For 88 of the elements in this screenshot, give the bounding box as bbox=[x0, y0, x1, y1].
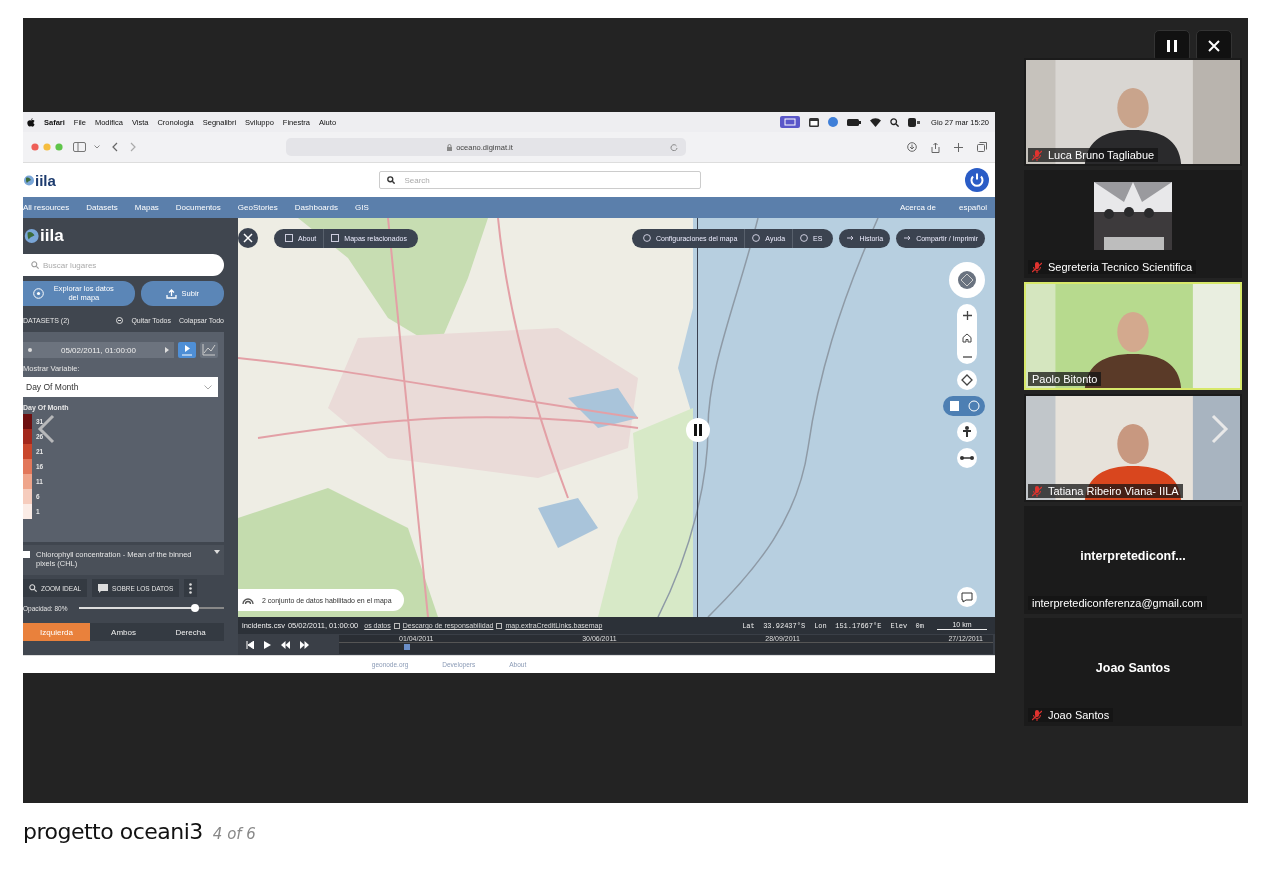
nav-link[interactable]: Mapas bbox=[134, 203, 159, 212]
name-tag: Luca Bruno Tagliabue bbox=[1028, 148, 1159, 162]
toolbar-icon bbox=[903, 234, 912, 242]
calendar-icon[interactable] bbox=[809, 117, 820, 127]
play-icon[interactable] bbox=[264, 640, 271, 649]
swipe-handle[interactable] bbox=[686, 418, 710, 442]
window-controls-icon[interactable] bbox=[31, 143, 65, 151]
nav-link[interactable]: Acerca de bbox=[899, 203, 936, 212]
search-icon bbox=[29, 584, 37, 592]
nav-link[interactable]: Dashboards bbox=[294, 203, 338, 212]
step-forward-icon[interactable] bbox=[165, 347, 169, 353]
search-field[interactable]: Search bbox=[379, 171, 702, 189]
skip-start-icon[interactable] bbox=[246, 640, 254, 649]
more-button[interactable] bbox=[184, 579, 198, 597]
name-tag: Joao Santos bbox=[1028, 708, 1114, 722]
power-icon[interactable] bbox=[965, 168, 989, 192]
measure-icon[interactable] bbox=[957, 448, 977, 468]
timeline-marker[interactable] bbox=[404, 644, 411, 650]
participant-name: interpretediconf... bbox=[1080, 549, 1186, 563]
search-icon bbox=[387, 176, 396, 184]
comment-icon bbox=[98, 583, 109, 593]
lock-icon bbox=[447, 143, 453, 151]
toolbar-icon bbox=[285, 234, 293, 242]
layer-checkbox[interactable] bbox=[23, 551, 30, 558]
plus-circle-icon bbox=[32, 288, 44, 299]
nav-link[interactable]: Datasets bbox=[86, 203, 118, 212]
swipe-tab[interactable]: Ambos bbox=[90, 623, 157, 641]
external-link-icon bbox=[393, 622, 400, 629]
variable-select[interactable]: Day Of Month bbox=[23, 377, 218, 397]
sidebar-logo: iila bbox=[40, 226, 64, 246]
chevron-down-icon[interactable] bbox=[94, 145, 100, 149]
close-icon[interactable] bbox=[238, 228, 258, 248]
slide-title: progetto oceani3 bbox=[23, 819, 203, 844]
layers-icon bbox=[242, 595, 254, 605]
person-icon[interactable] bbox=[957, 422, 977, 442]
sidebar-icon[interactable] bbox=[73, 142, 86, 152]
remove-circle-icon bbox=[116, 316, 124, 324]
nav-link[interactable]: Documentos bbox=[175, 203, 221, 212]
name-tag: Paolo Bitonto bbox=[1028, 372, 1102, 386]
compass-icon[interactable] bbox=[949, 262, 985, 298]
zoom-out-icon[interactable] bbox=[962, 355, 972, 358]
external-link-icon bbox=[496, 622, 503, 629]
plus-icon[interactable] bbox=[954, 142, 963, 152]
nav-link[interactable]: GIS bbox=[354, 203, 369, 212]
toolbar-icon bbox=[752, 234, 761, 242]
globe-logo-icon bbox=[23, 173, 34, 187]
nav-link[interactable]: All resources bbox=[23, 203, 70, 212]
toolbar-icon bbox=[331, 234, 340, 242]
apple-icon bbox=[27, 117, 35, 127]
upload-icon bbox=[165, 288, 177, 299]
screen-mirroring-icon[interactable] bbox=[780, 116, 801, 128]
chart-icon[interactable] bbox=[200, 342, 218, 358]
search-icon bbox=[31, 261, 39, 269]
pause-icon bbox=[1167, 40, 1177, 52]
search-field[interactable]: Buscar lugares bbox=[23, 254, 224, 276]
toolbar-icon bbox=[643, 234, 651, 242]
participant-name: Joao Santos bbox=[1095, 661, 1171, 675]
wifi-icon[interactable] bbox=[870, 117, 882, 127]
chevron-down-icon bbox=[204, 384, 212, 390]
feedback-icon[interactable] bbox=[957, 587, 977, 607]
share-icon[interactable] bbox=[931, 141, 940, 153]
fast-forward-icon[interactable] bbox=[300, 640, 309, 649]
nav-link[interactable]: GeoStories bbox=[237, 203, 278, 212]
globe-icon[interactable] bbox=[828, 117, 839, 127]
globe-logo-icon bbox=[23, 227, 39, 245]
slide-counter: 4 of 6 bbox=[212, 825, 256, 843]
caret-icon[interactable] bbox=[214, 550, 220, 554]
search-icon[interactable] bbox=[890, 117, 900, 127]
tabs-icon[interactable] bbox=[977, 142, 987, 152]
home-icon[interactable] bbox=[962, 332, 972, 343]
zoom-in-icon[interactable] bbox=[962, 310, 972, 320]
back-icon[interactable] bbox=[112, 142, 118, 152]
toolbar-icon bbox=[800, 234, 809, 242]
rewind-icon[interactable] bbox=[281, 640, 290, 649]
site-logo[interactable]: iila bbox=[35, 171, 56, 189]
close-icon bbox=[1208, 40, 1220, 52]
name-tag: interpretediconferenza@gmail.com bbox=[1028, 596, 1207, 610]
swipe-tab[interactable]: Derecha bbox=[157, 623, 224, 641]
locate-icon[interactable] bbox=[957, 370, 977, 390]
toolbar-icon bbox=[846, 234, 855, 242]
nav-link[interactable]: español bbox=[958, 203, 987, 212]
download-icon[interactable] bbox=[907, 142, 917, 152]
name-tag: Segreteria Tecnico Scientifica bbox=[1028, 260, 1197, 274]
time-field[interactable]: 05/02/2011, 01:00:00 bbox=[23, 342, 174, 358]
name-tag: Tatiana Ribeiro Viana- IILA bbox=[1028, 484, 1183, 498]
battery-icon[interactable] bbox=[847, 118, 862, 126]
control-center-icon[interactable] bbox=[908, 117, 921, 127]
more-icon bbox=[189, 582, 193, 594]
